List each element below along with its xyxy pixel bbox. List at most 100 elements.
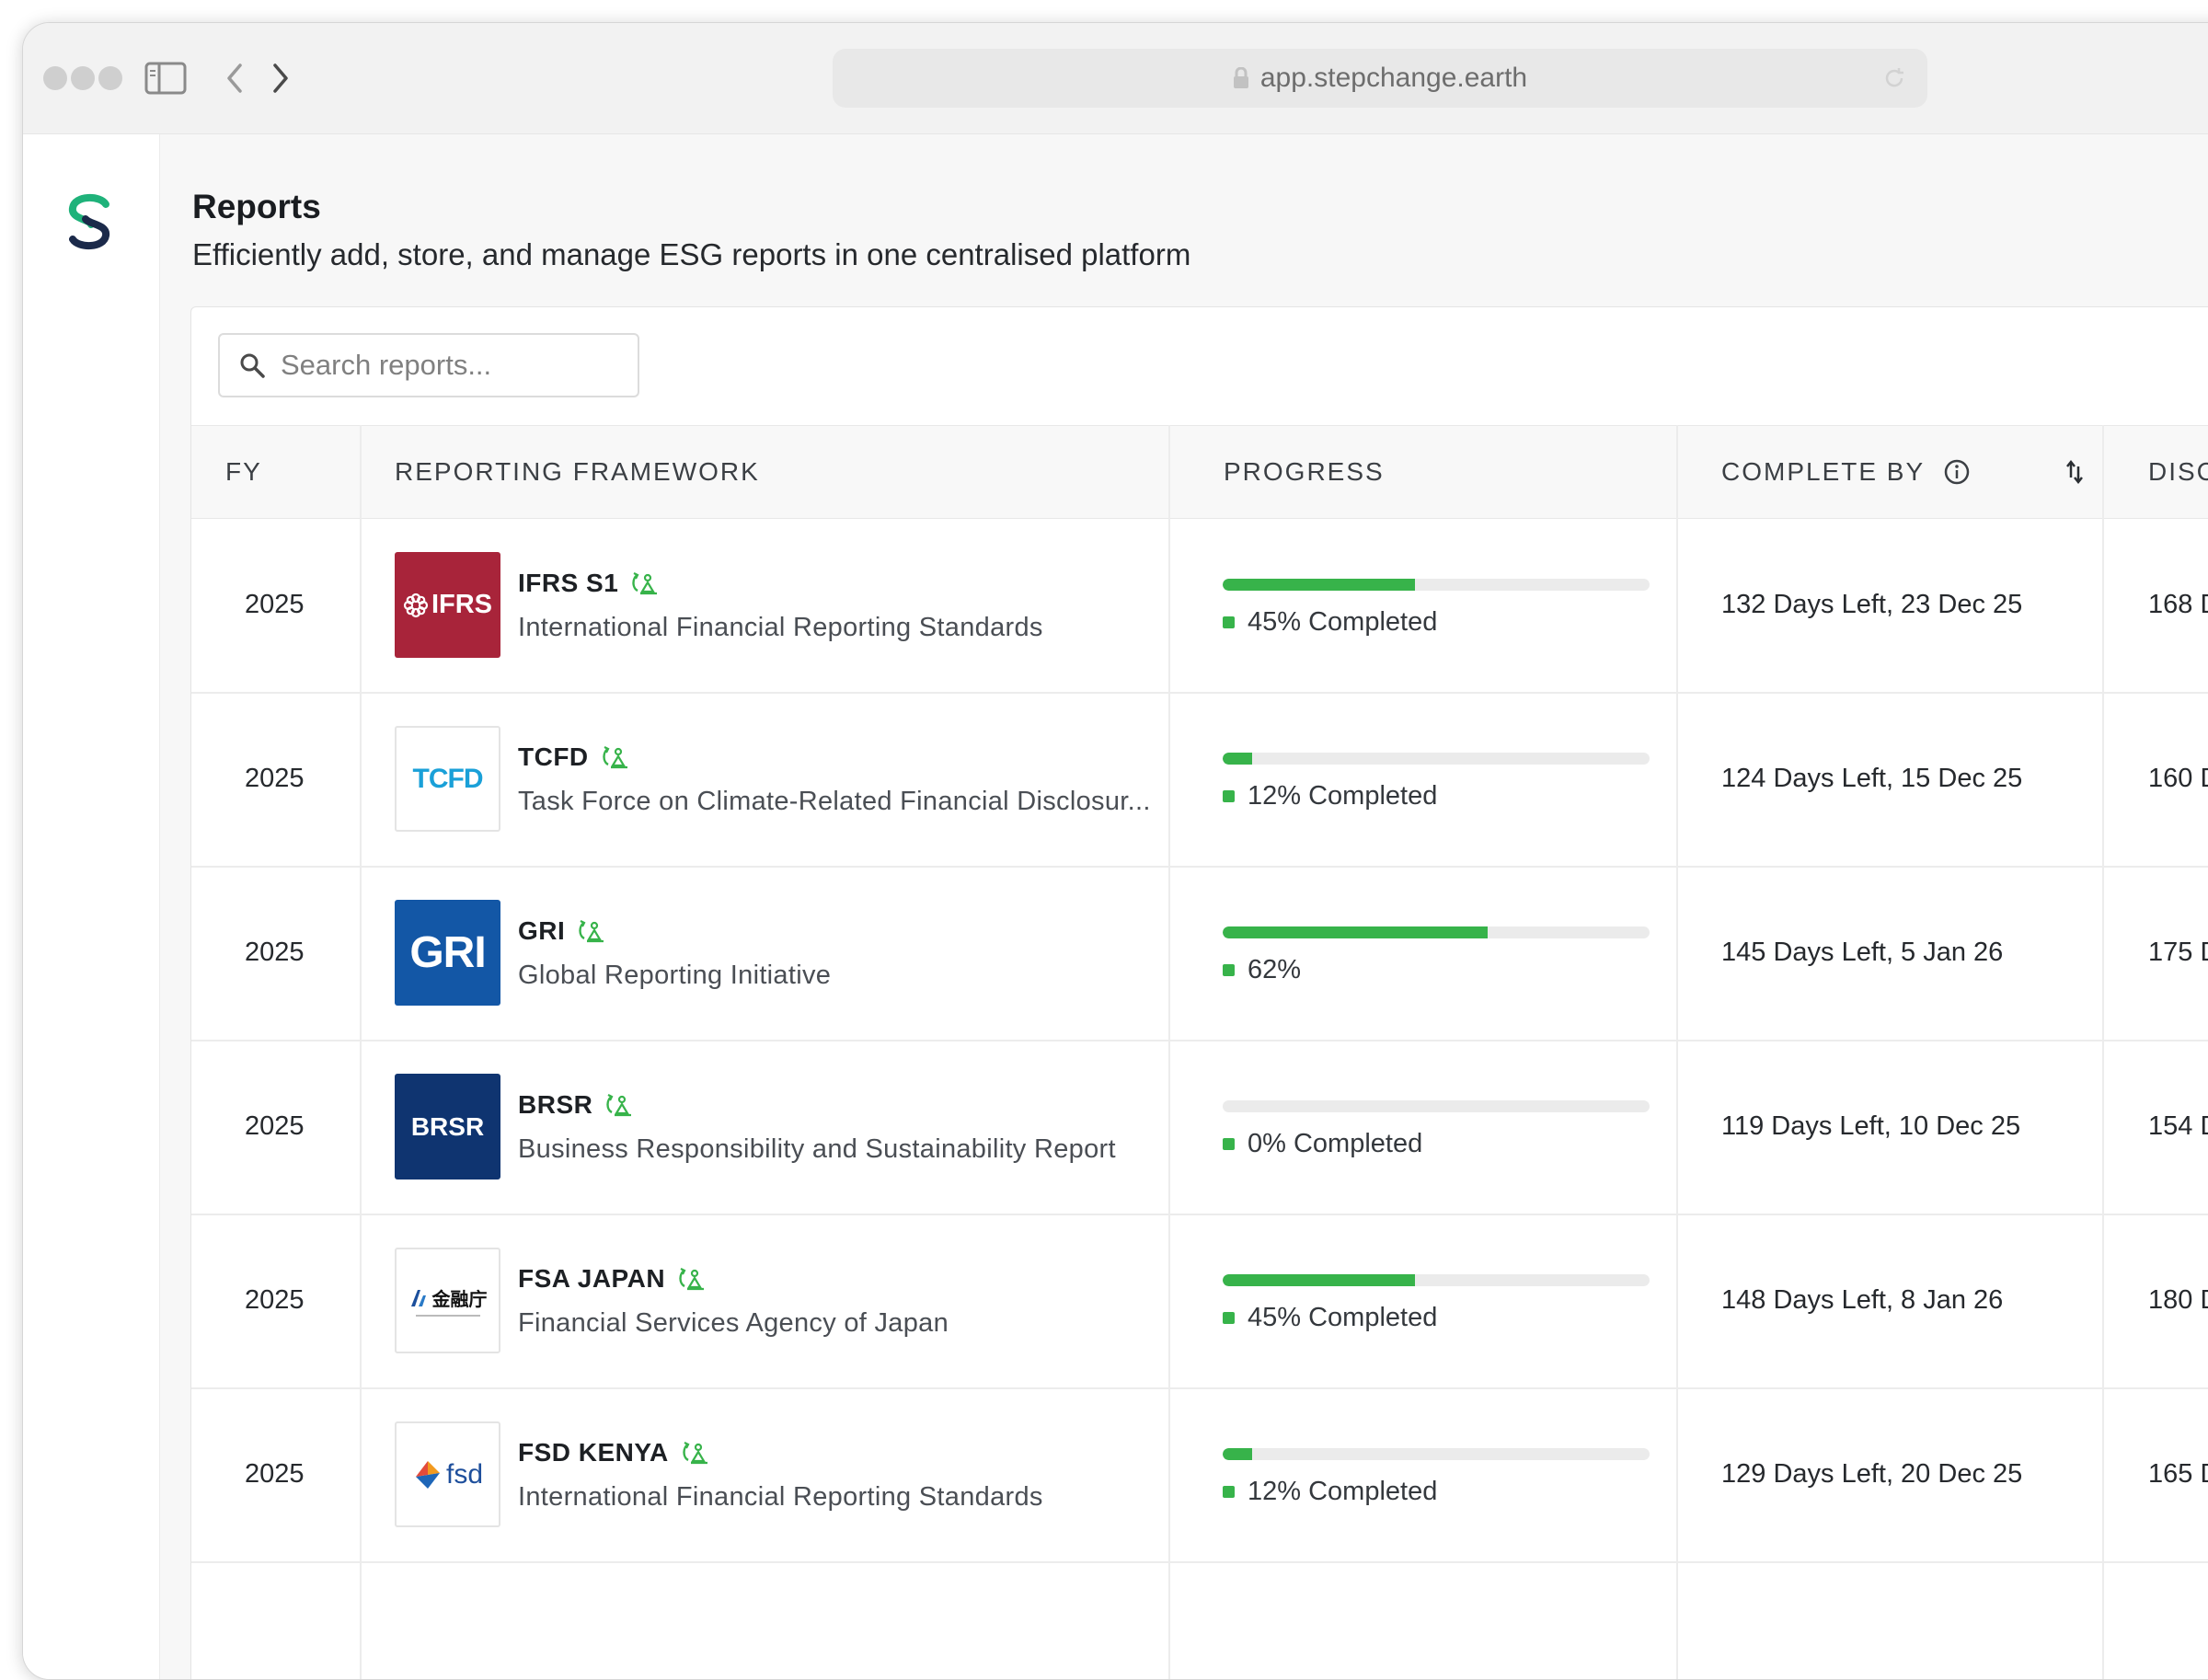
table-row[interactable]: 2025 fsd FSD KENYA International Financial …: [191, 1387, 2208, 1563]
fy-cell: 2025: [245, 1459, 305, 1489]
progress-fill: [1223, 579, 1415, 591]
table-row[interactable]: 2025 GRI GRI Global Reporting Initiative 62%…: [191, 866, 2208, 1041]
disclosure-cell: 175 D: [2148, 938, 2208, 967]
table-row[interactable]: 2025 TCFD TCFD Task Force on Climate-Relate…: [191, 692, 2208, 868]
progress-fill: [1223, 926, 1488, 938]
framework-description: International Financial Reporting Standa…: [518, 1482, 1043, 1512]
address-bar[interactable]: app.stepchange.earth: [833, 49, 1927, 108]
progress-bar: [1223, 753, 1650, 765]
sidebar-toggle-icon[interactable]: [144, 58, 188, 98]
framework-name[interactable]: BRSR: [518, 1090, 635, 1120]
progress-bar: [1223, 1274, 1650, 1286]
ifrs-logo-icon: IFRS: [395, 552, 500, 658]
back-arrow-icon[interactable]: [213, 58, 257, 98]
sustainability-icon: [604, 1093, 635, 1117]
complete-by-cell: 124 Days Left, 15 Dec 25: [1721, 764, 2023, 793]
table-row[interactable]: 2025 BRSR BRSR Business Responsibility and …: [191, 1040, 2208, 1215]
sustainability-icon: [680, 1441, 711, 1465]
fy-cell: 2025: [245, 590, 305, 619]
brsr-logo-icon: BRSR: [395, 1074, 500, 1179]
progress-fill: [1223, 1274, 1415, 1286]
header-complete-by-label: COMPLETE BY: [1721, 457, 1926, 486]
fsa-japan-logo-icon: 金融庁: [395, 1248, 500, 1353]
progress-legend-marker: [1223, 1486, 1235, 1498]
progress-label: 12% Completed: [1223, 1477, 1437, 1507]
progress-label: 45% Completed: [1223, 607, 1437, 638]
table-row[interactable]: 2025 金融庁 FSA JAPAN Financial Services Agenc…: [191, 1214, 2208, 1389]
page-subtitle: Efficiently add, store, and manage ESG r…: [192, 237, 1191, 271]
disclosure-cell: 154 D: [2148, 1111, 2208, 1141]
search-icon: [238, 351, 266, 379]
framework-name[interactable]: FSD KENYA: [518, 1438, 711, 1467]
complete-by-cell: 129 Days Left, 20 Dec 25: [1721, 1459, 2023, 1489]
progress-label: 45% Completed: [1223, 1303, 1437, 1333]
framework-name[interactable]: GRI: [518, 916, 607, 946]
browser-titlebar: app.stepchange.earth: [23, 23, 2208, 134]
page-title: Reports: [192, 188, 321, 225]
header-fy[interactable]: FY: [225, 426, 262, 518]
progress-text: 45% Completed: [1248, 1303, 1438, 1332]
framework-description: Global Reporting Initiative: [518, 961, 832, 990]
framework-name[interactable]: IFRS S1: [518, 569, 661, 598]
header-disclosure[interactable]: DISC: [2148, 426, 2208, 518]
app-sidebar: [23, 134, 160, 1679]
close-window-button[interactable]: [43, 66, 67, 90]
progress-bar: [1223, 926, 1650, 938]
forward-arrow-icon[interactable]: [259, 58, 303, 98]
lock-icon: [1233, 67, 1249, 89]
table-header: FY REPORTING FRAMEWORK PROGRESS COMPLETE…: [191, 425, 2208, 519]
progress-label: 0% Completed: [1223, 1129, 1422, 1159]
progress-legend-marker: [1223, 1312, 1235, 1324]
framework-name-text: IFRS S1: [518, 569, 619, 597]
progress-text: 12% Completed: [1248, 781, 1438, 811]
fy-cell: 2025: [245, 1285, 305, 1315]
progress-bar: [1223, 579, 1650, 591]
sustainability-icon: [629, 571, 661, 595]
sustainability-icon: [576, 919, 607, 943]
header-complete-by[interactable]: COMPLETE BY: [1721, 426, 2085, 518]
framework-description: Business Responsibility and Sustainabili…: [518, 1134, 1116, 1164]
complete-by-cell: 119 Days Left, 10 Dec 25: [1721, 1111, 2021, 1141]
framework-name[interactable]: FSA JAPAN: [518, 1264, 707, 1294]
header-progress[interactable]: PROGRESS: [1224, 426, 1385, 518]
progress-text: 45% Completed: [1248, 607, 1438, 637]
maximize-window-button[interactable]: [98, 66, 122, 90]
framework-name-text: TCFD: [518, 742, 589, 771]
framework-name[interactable]: TCFD: [518, 742, 631, 772]
progress-text: 12% Completed: [1248, 1477, 1438, 1506]
header-reporting-framework[interactable]: REPORTING FRAMEWORK: [395, 426, 760, 518]
fsd-kenya-logo-icon: fsd: [395, 1421, 500, 1527]
url-text: app.stepchange.earth: [1259, 63, 1528, 93]
complete-by-cell: 132 Days Left, 23 Dec 25: [1721, 590, 2023, 619]
progress-label: 62%: [1223, 955, 1301, 985]
reports-card: FY REPORTING FRAMEWORK PROGRESS COMPLETE…: [190, 306, 2208, 1679]
framework-description: International Financial Reporting Standa…: [518, 613, 1043, 642]
table-row[interactable]: 2025 IFRS IFRS S1 International Financial R…: [191, 518, 2208, 694]
main-content: Reports Efficiently add, store, and mana…: [160, 134, 2208, 1679]
search-box[interactable]: [218, 333, 639, 397]
reload-icon[interactable]: [1881, 65, 1907, 98]
fy-cell: 2025: [245, 938, 305, 967]
framework-name-text: GRI: [518, 916, 566, 945]
complete-by-cell: 145 Days Left, 5 Jan 26: [1721, 938, 2004, 967]
info-icon[interactable]: [1943, 458, 1971, 486]
sort-icon[interactable]: [2064, 459, 2085, 485]
complete-by-cell: 148 Days Left, 8 Jan 26: [1721, 1285, 2004, 1315]
minimize-window-button[interactable]: [71, 66, 95, 90]
stepchange-logo-icon[interactable]: [63, 191, 115, 257]
progress-legend-marker: [1223, 790, 1235, 802]
sustainability-icon: [600, 745, 631, 769]
progress-bar: [1223, 1100, 1650, 1112]
framework-description: Financial Services Agency of Japan: [518, 1308, 949, 1338]
browser-window: app.stepchange.earth Reports Efficiently…: [22, 22, 2208, 1680]
progress-label: 12% Completed: [1223, 781, 1437, 811]
framework-name-text: BRSR: [518, 1090, 593, 1119]
disclosure-cell: 160 D: [2148, 764, 2208, 793]
gri-logo-icon: GRI: [395, 900, 500, 1006]
disclosure-cell: 168 D: [2148, 590, 2208, 619]
framework-name-text: FSA JAPAN: [518, 1264, 666, 1293]
fy-cell: 2025: [245, 764, 305, 793]
progress-fill: [1223, 1448, 1253, 1460]
progress-text: 0% Completed: [1248, 1129, 1423, 1158]
search-input[interactable]: [279, 348, 632, 383]
